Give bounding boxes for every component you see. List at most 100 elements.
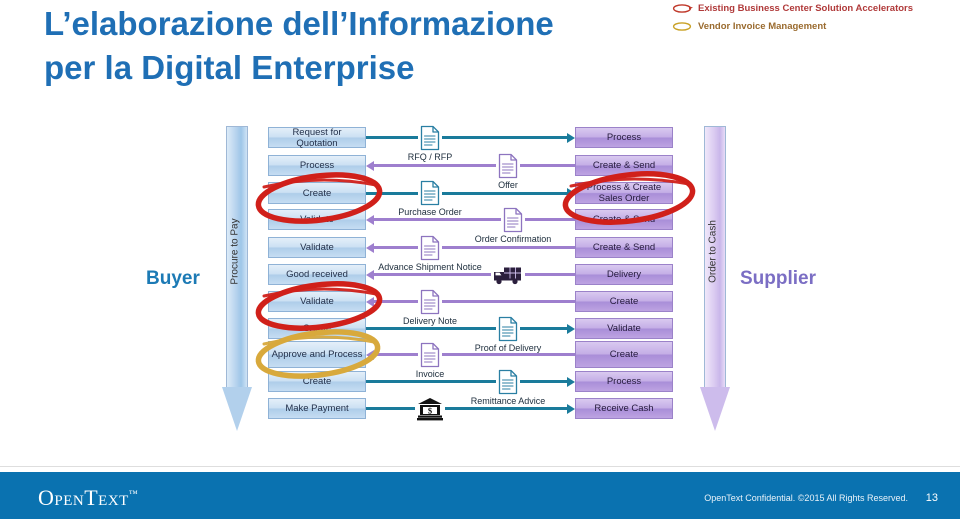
supplier-step-11[interactable]: Receive Cash — [575, 398, 673, 419]
step-label: Create — [609, 349, 639, 360]
connector-line-6 — [374, 273, 575, 276]
document-marker-6 — [493, 265, 523, 290]
legend: Existing Business Center Solution Accele… — [672, 1, 952, 37]
connector-line-10 — [366, 380, 567, 383]
buyer-step-3[interactable]: Create — [268, 182, 366, 204]
page-title: L’elaborazione dell’Informazione per la … — [44, 2, 644, 90]
step-label: Make Payment — [285, 403, 349, 414]
step-label: Create & Send — [592, 214, 656, 225]
buyer-step-5[interactable]: Validate — [268, 237, 366, 258]
step-label: Process — [299, 160, 335, 171]
document-label: Proof of Delivery — [474, 342, 542, 353]
step-label: Create — [302, 376, 332, 387]
document-icon — [420, 180, 440, 206]
supplier-step-3[interactable]: Process & Create Sales Order — [575, 182, 673, 204]
step-label: Receive Cash — [594, 403, 654, 414]
document-label: Invoice — [415, 368, 445, 379]
ellipse-outline-icon — [672, 4, 693, 13]
document-marker-5: Advance Shipment Notice — [378, 235, 482, 272]
trademark-icon: ™ — [128, 488, 139, 499]
step-label: Delivery — [606, 269, 642, 280]
step-label: Create — [302, 187, 332, 199]
title-line-1: L’elaborazione dell’Informazione — [44, 5, 554, 42]
step-label: Create & Send — [592, 160, 656, 171]
document-icon — [420, 235, 440, 260]
document-marker-1: RFQ / RFP — [408, 125, 452, 162]
buyer-step-2[interactable]: Process — [268, 155, 366, 176]
connector-arrowhead-icon — [567, 132, 575, 143]
document-marker-3: Purchase Order — [398, 180, 462, 217]
connector-arrowhead-icon — [366, 269, 374, 280]
buyer-step-9[interactable]: Approve and Process — [268, 341, 366, 368]
opentext-logo-text: OpenText — [38, 485, 129, 510]
band-order-to-cash: Order to Cash — [700, 126, 730, 432]
supplier-step-8[interactable]: Validate — [575, 318, 673, 339]
step-label: Process — [606, 376, 642, 387]
buyer-step-4[interactable]: Validate — [268, 209, 366, 230]
supplier-step-9[interactable]: Create — [575, 341, 673, 368]
band-label-right: Order to Cash — [707, 220, 719, 283]
document-marker-10: Remittance Advice — [471, 369, 545, 406]
document-icon — [498, 316, 518, 341]
document-label: Remittance Advice — [470, 395, 546, 406]
step-label: Process — [606, 132, 642, 143]
legend-item-1-label: Vendor Invoice Management — [698, 21, 827, 32]
band-procure-to-pay: Procure to Pay — [222, 126, 252, 432]
buyer-step-7[interactable]: Validate — [268, 291, 366, 312]
band-arrowhead-icon — [700, 387, 730, 431]
document-label: Advance Shipment Notice — [378, 261, 482, 272]
step-label: Validate — [300, 214, 334, 225]
title-line-2: per la Digital Enterprise — [44, 49, 415, 86]
legend-item-0: Existing Business Center Solution Accele… — [672, 1, 952, 16]
document-marker-7: Delivery Note — [403, 289, 457, 326]
buyer-step-8[interactable]: Create — [268, 318, 366, 339]
supplier-step-7[interactable]: Create — [575, 291, 673, 312]
connector-line-3 — [366, 191, 567, 195]
slide-canvas: L’elaborazione dell’Informazione per la … — [0, 0, 960, 519]
step-label: Create — [302, 323, 332, 334]
document-icon — [498, 369, 518, 394]
supplier-step-2[interactable]: Create & Send — [575, 155, 673, 176]
role-label-supplier: Supplier — [740, 268, 817, 289]
connector-arrowhead-icon — [567, 376, 575, 387]
buyer-step-1[interactable]: Request for Quotation — [268, 127, 366, 149]
legend-item-0-label: Existing Business Center Solution Accele… — [698, 3, 914, 14]
step-label: Create & Send — [592, 242, 656, 253]
supplier-step-10[interactable]: Process — [575, 371, 673, 392]
document-label: Delivery Note — [402, 315, 458, 326]
supplier-step-4[interactable]: Create & Send — [575, 209, 673, 230]
supplier-step-1[interactable]: Process — [575, 127, 673, 148]
connector-arrowhead-icon — [567, 188, 575, 198]
step-label: Validate — [300, 296, 334, 307]
document-label: Purchase Order — [398, 207, 462, 217]
footer-page-number: 13 — [925, 492, 938, 504]
document-icon — [420, 342, 440, 367]
buyer-step-6[interactable]: Good received — [268, 264, 366, 285]
step-label: Approve and Process — [271, 349, 363, 360]
document-marker-9: Invoice — [416, 342, 444, 379]
connector-line-9 — [374, 353, 575, 356]
truck-icon — [494, 267, 521, 284]
document-label: RFQ / RFP — [407, 151, 453, 162]
connector-arrowhead-icon — [366, 160, 374, 171]
band-arrowhead-icon — [222, 387, 252, 431]
document-marker-2: Offer — [498, 153, 518, 190]
connector-line-2 — [374, 164, 575, 167]
opentext-logo: OpenText™ — [38, 485, 138, 511]
step-label: Good received — [286, 269, 348, 280]
buyer-step-11[interactable]: Make Payment — [268, 398, 366, 419]
supplier-step-5[interactable]: Create & Send — [575, 237, 673, 258]
buyer-step-10[interactable]: Create — [268, 371, 366, 392]
supplier-step-6[interactable]: Delivery — [575, 264, 673, 285]
connector-line-8 — [366, 327, 567, 330]
document-icon — [420, 289, 440, 314]
document-icon — [420, 125, 440, 150]
document-marker-11: $ — [417, 397, 443, 426]
document-icon — [503, 207, 523, 232]
document-label: Offer — [498, 179, 518, 190]
connector-line-5 — [374, 246, 575, 249]
document-marker-4: Order Confirmation — [475, 207, 551, 244]
band-label-left: Procure to Pay — [229, 218, 241, 285]
connector-line-4 — [374, 218, 575, 221]
footer-divider — [0, 466, 960, 467]
